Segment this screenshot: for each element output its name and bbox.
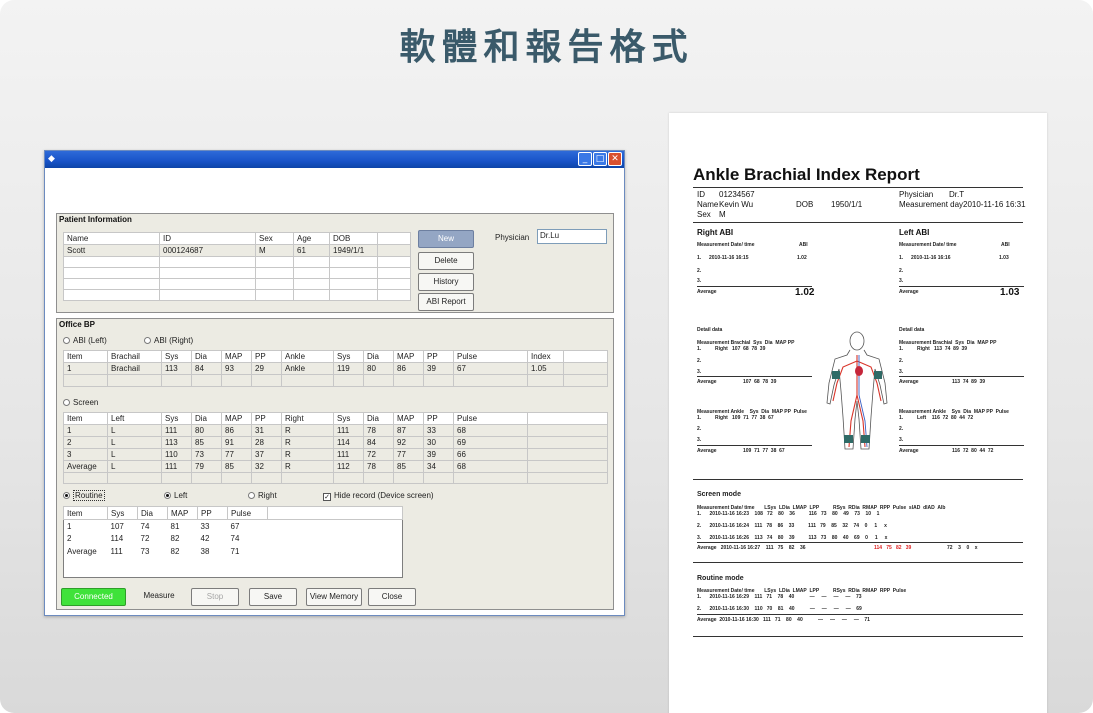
body-diagram-icon <box>826 331 888 450</box>
measure-button[interactable]: Measure <box>135 588 183 606</box>
left-abi-heading: Left ABI <box>899 228 930 237</box>
table-row[interactable]: Average L 111 79 85 32 R 112 78 85 34 68 <box>63 460 608 473</box>
left-abi-average: 1.03 <box>1000 287 1020 298</box>
table-row[interactable] <box>63 267 411 279</box>
name-label: Name <box>697 200 719 209</box>
new-button[interactable]: New <box>418 230 474 248</box>
sex-value: M <box>719 210 726 219</box>
close-window-button[interactable]: ✕ <box>608 152 622 166</box>
left-radio[interactable]: Left <box>164 491 187 500</box>
table-row[interactable]: Scott 000124687 M 61 1949/1/1 <box>63 244 411 257</box>
patient-information-group: Patient Information Name ID Sex Age DOB … <box>56 213 614 313</box>
col-name: Name <box>63 232 160 245</box>
history-button[interactable]: History <box>418 273 474 291</box>
patient-table: Name ID Sex Age DOB Scott 000124687 M 61… <box>63 232 411 301</box>
abi-table: Item Brachail Sys Dia MAP PP Ankle Sys D… <box>63 350 608 387</box>
divider <box>697 614 1023 615</box>
save-button[interactable]: Save <box>249 588 297 606</box>
office-bp-title: Office BP <box>59 320 96 329</box>
report-physician-value: Dr.T <box>949 190 965 199</box>
physician-input[interactable]: Dr.Lu <box>537 229 607 244</box>
abi-report-page: Ankle Brachial Index Report ID 01234567 … <box>669 113 1047 713</box>
radio-icon <box>63 399 70 406</box>
stop-button[interactable]: Stop <box>191 588 239 606</box>
id-value: 01234567 <box>719 190 755 199</box>
right-radio[interactable]: Right <box>248 491 277 500</box>
radio-icon <box>164 492 171 499</box>
right-abi-heading: Right ABI <box>697 228 734 237</box>
table-row[interactable] <box>63 256 411 268</box>
close-button[interactable]: Close <box>368 588 416 606</box>
id-label: ID <box>697 190 705 199</box>
measurement-day-label: Measurement day <box>899 200 964 209</box>
right-abi-average: 1.02 <box>795 287 815 298</box>
office-bp-group: Office BP ABI (Left) ABI (Right) Item Br… <box>56 318 614 610</box>
abi-report-button[interactable]: ABI Report <box>418 293 474 311</box>
table-row[interactable]: 1 L 111 80 86 31 R 111 78 87 33 68 <box>63 424 608 437</box>
table-row[interactable]: 2 L 113 85 91 28 R 114 84 92 30 69 <box>63 436 608 449</box>
dob-value: 1950/1/1 <box>831 200 863 209</box>
sex-label: Sex <box>697 210 711 219</box>
divider <box>697 445 812 446</box>
window-client: Patient Information Name ID Sex Age DOB … <box>48 171 621 612</box>
radio-icon <box>144 337 151 344</box>
title-bar[interactable]: ◆ _ □ ✕ <box>45 151 624 168</box>
slide-title: 軟體和報告格式 <box>399 27 694 68</box>
table-row[interactable]: 3 L 110 73 77 37 R 111 72 77 39 66 <box>63 448 608 461</box>
table-row[interactable]: 1 Brachail 113 84 93 29 Ankle 119 80 86 … <box>63 362 608 375</box>
routine-radio[interactable]: Routine <box>63 490 105 501</box>
divider <box>693 187 1023 188</box>
table-row[interactable]: 2 114 72 82 42 74 <box>64 533 403 545</box>
divider <box>693 636 1023 637</box>
hide-record-checkbox[interactable]: ✓ Hide record (Device screen) <box>323 491 434 501</box>
screen-mode-heading: Screen mode <box>697 491 741 498</box>
col-dob: DOB <box>329 232 378 245</box>
table-row[interactable] <box>63 289 411 301</box>
abi-left-radio[interactable]: ABI (Left) <box>63 336 107 345</box>
screen-radio[interactable]: Screen <box>63 398 98 407</box>
delete-button[interactable]: Delete <box>418 252 474 270</box>
divider <box>697 376 812 377</box>
slide-background: 軟體和報告格式 ◆ _ □ ✕ Patient Information Name… <box>0 0 1093 713</box>
name-value: Kevin Wu <box>719 200 754 209</box>
divider <box>899 445 1024 446</box>
divider <box>697 542 1023 543</box>
report-physician-label: Physician <box>899 190 934 199</box>
divider <box>693 562 1023 563</box>
routine-table: Item Sys Dia MAP PP Pulse 1 107 74 81 33 67 2… <box>63 505 403 578</box>
dob-label: DOB <box>796 200 814 209</box>
routine-mode-heading: Routine mode <box>697 575 744 582</box>
checkmark-icon: ✓ <box>323 493 331 501</box>
screen-mode-average-right: 114 75 82 39 <box>874 545 912 551</box>
patient-information-title: Patient Information <box>59 215 132 224</box>
divider <box>899 376 1024 377</box>
physician-label: Physician <box>495 233 530 242</box>
screen-table: Item Left Sys Dia MAP PP Right Sys Dia M… <box>63 412 608 484</box>
radio-icon <box>63 337 70 344</box>
table-row[interactable]: 1 107 74 81 33 67 <box>64 520 403 533</box>
divider <box>693 222 1023 223</box>
divider <box>693 479 1023 480</box>
table-row[interactable]: Average 111 73 82 38 71 <box>64 545 403 557</box>
maximize-button[interactable]: □ <box>593 152 607 166</box>
app-icon: ◆ <box>48 154 55 164</box>
col-age: Age <box>293 232 330 245</box>
radio-icon <box>63 492 70 499</box>
minimize-button[interactable]: _ <box>578 152 592 166</box>
radio-icon <box>248 492 255 499</box>
col-sex: Sex <box>255 232 294 245</box>
measurement-day-value: 2010-11-16 16:31 <box>963 200 1026 209</box>
connected-status: Connected <box>61 588 126 606</box>
table-row[interactable] <box>63 278 411 290</box>
col-id: ID <box>159 232 256 245</box>
abi-app-window: ◆ _ □ ✕ Patient Information Name ID Sex … <box>44 150 625 616</box>
report-title: Ankle Brachial Index Report <box>693 165 920 184</box>
abi-right-radio[interactable]: ABI (Right) <box>144 336 193 345</box>
view-memory-button[interactable]: View Memory <box>306 588 362 606</box>
